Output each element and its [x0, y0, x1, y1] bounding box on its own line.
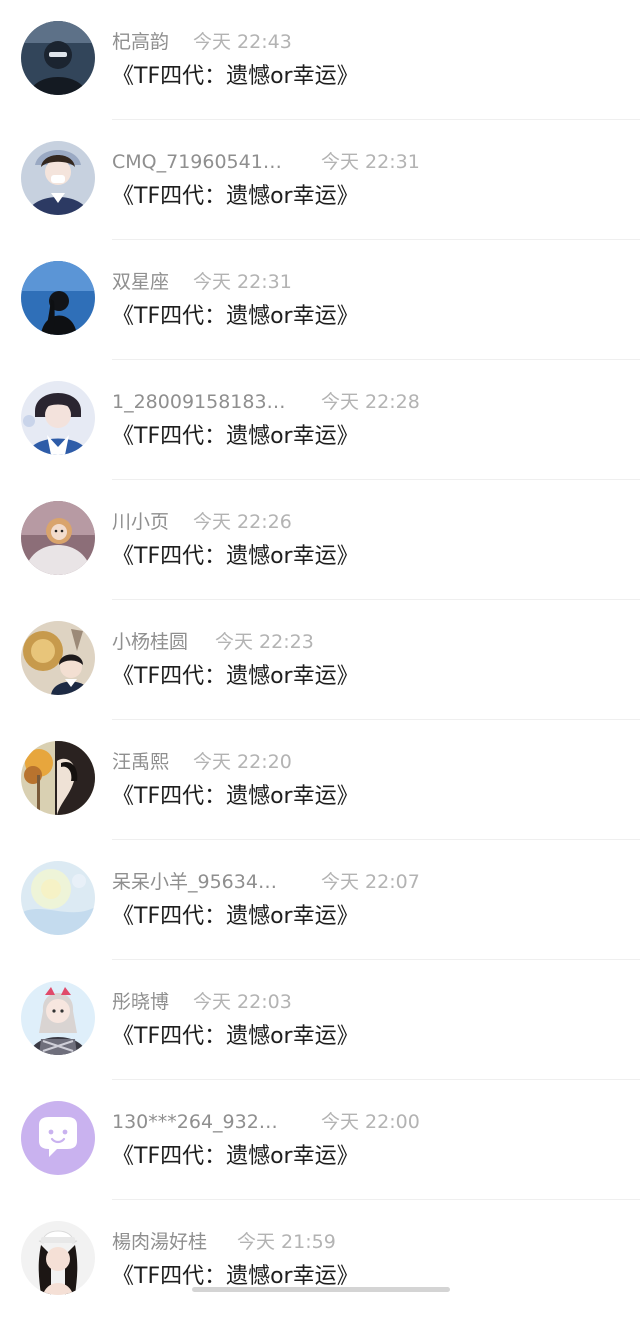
message-meta: 1_28009158183… 今天 22:28 — [112, 388, 622, 416]
user-avatar[interactable] — [21, 861, 95, 935]
sender-name[interactable]: 小杨桂圆 — [112, 628, 188, 656]
message-row[interactable]: 130***264_932… 今天 22:00 《TF四代：遗憾or幸运》 — [0, 1080, 640, 1200]
user-avatar[interactable] — [21, 381, 95, 455]
message-time: 今天 21:59 — [237, 1231, 336, 1253]
message-row[interactable]: 双星座 今天 22:31 《TF四代：遗憾or幸运》 — [0, 240, 640, 360]
message-text[interactable]: 《TF四代：遗憾or幸运》 — [112, 1020, 359, 1054]
message-row[interactable]: 汪禹熙 今天 22:20 《TF四代：遗憾or幸运》 — [0, 720, 640, 840]
default-avatar[interactable] — [21, 1101, 95, 1175]
message-text[interactable]: 《TF四代：遗憾or幸运》 — [112, 540, 359, 574]
message-row[interactable]: 楊肉湯好桂 今天 21:59 《TF四代：遗憾or幸运》 — [0, 1200, 640, 1320]
message-time: 今天 22:20 — [193, 751, 292, 773]
sender-name[interactable]: 杞高韵 — [112, 28, 169, 56]
message-meta: 川小页 今天 22:26 — [112, 508, 622, 536]
message-time: 今天 22:28 — [321, 391, 420, 413]
message-text[interactable]: 《TF四代：遗憾or幸运》 — [112, 900, 359, 934]
sender-name[interactable]: 130***264_932… — [112, 1108, 278, 1136]
message-list: 杞高韵 今天 22:43 《TF四代：遗憾or幸运》 CMQ_71960541…… — [0, 0, 640, 1295]
message-meta: 双星座 今天 22:31 — [112, 268, 622, 296]
message-row[interactable]: CMQ_71960541… 今天 22:31 《TF四代：遗憾or幸运》 — [0, 120, 640, 240]
message-meta: 楊肉湯好桂 今天 21:59 — [112, 1228, 622, 1256]
message-time: 今天 22:07 — [321, 871, 420, 893]
user-avatar[interactable] — [21, 741, 95, 815]
message-time: 今天 22:00 — [321, 1111, 420, 1133]
message-row[interactable]: 彤晓博 今天 22:03 《TF四代：遗憾or幸运》 — [0, 960, 640, 1080]
message-row[interactable]: 川小页 今天 22:26 《TF四代：遗憾or幸运》 — [0, 480, 640, 600]
message-text[interactable]: 《TF四代：遗憾or幸运》 — [112, 660, 359, 694]
message-meta: 彤晓博 今天 22:03 — [112, 988, 622, 1016]
user-avatar[interactable] — [21, 261, 95, 335]
sender-name[interactable]: 双星座 — [112, 268, 169, 296]
message-text[interactable]: 《TF四代：遗憾or幸运》 — [112, 780, 359, 814]
message-time: 今天 22:26 — [193, 511, 292, 533]
message-row[interactable]: 1_28009158183… 今天 22:28 《TF四代：遗憾or幸运》 — [0, 360, 640, 480]
message-meta: 汪禹熙 今天 22:20 — [112, 748, 622, 776]
message-row[interactable]: 呆呆小羊_95634… 今天 22:07 《TF四代：遗憾or幸运》 — [0, 840, 640, 960]
message-time: 今天 22:03 — [193, 991, 292, 1013]
user-avatar[interactable] — [21, 621, 95, 695]
message-row[interactable]: 杞高韵 今天 22:43 《TF四代：遗憾or幸运》 — [0, 0, 640, 120]
user-avatar[interactable] — [21, 141, 95, 215]
home-indicator[interactable] — [192, 1287, 450, 1292]
message-time: 今天 22:31 — [193, 271, 292, 293]
sender-name[interactable]: 楊肉湯好桂 — [112, 1228, 207, 1256]
message-time: 今天 22:43 — [193, 31, 292, 53]
message-meta: 小杨桂圆 今天 22:23 — [112, 628, 622, 656]
message-meta: 130***264_932… 今天 22:00 — [112, 1108, 622, 1136]
user-avatar[interactable] — [21, 501, 95, 575]
sender-name[interactable]: 川小页 — [112, 508, 169, 536]
user-avatar[interactable] — [21, 1221, 95, 1295]
message-time: 今天 22:31 — [321, 151, 420, 173]
message-text[interactable]: 《TF四代：遗憾or幸运》 — [112, 1140, 359, 1174]
message-row[interactable]: 小杨桂圆 今天 22:23 《TF四代：遗憾or幸运》 — [0, 600, 640, 720]
message-meta: CMQ_71960541… 今天 22:31 — [112, 148, 622, 176]
sender-name[interactable]: 呆呆小羊_95634… — [112, 868, 277, 896]
sender-name[interactable]: CMQ_71960541… — [112, 148, 282, 176]
message-meta: 杞高韵 今天 22:43 — [112, 28, 622, 56]
message-time: 今天 22:23 — [215, 631, 314, 653]
message-text[interactable]: 《TF四代：遗憾or幸运》 — [112, 60, 359, 94]
sender-name[interactable]: 1_28009158183… — [112, 388, 286, 416]
sender-name[interactable]: 汪禹熙 — [112, 748, 169, 776]
sender-name[interactable]: 彤晓博 — [112, 988, 169, 1016]
message-text[interactable]: 《TF四代：遗憾or幸运》 — [112, 420, 359, 454]
message-text[interactable]: 《TF四代：遗憾or幸运》 — [112, 300, 359, 334]
message-text[interactable]: 《TF四代：遗憾or幸运》 — [112, 180, 359, 214]
user-avatar[interactable] — [21, 981, 95, 1055]
message-meta: 呆呆小羊_95634… 今天 22:07 — [112, 868, 622, 896]
user-avatar[interactable] — [21, 21, 95, 95]
